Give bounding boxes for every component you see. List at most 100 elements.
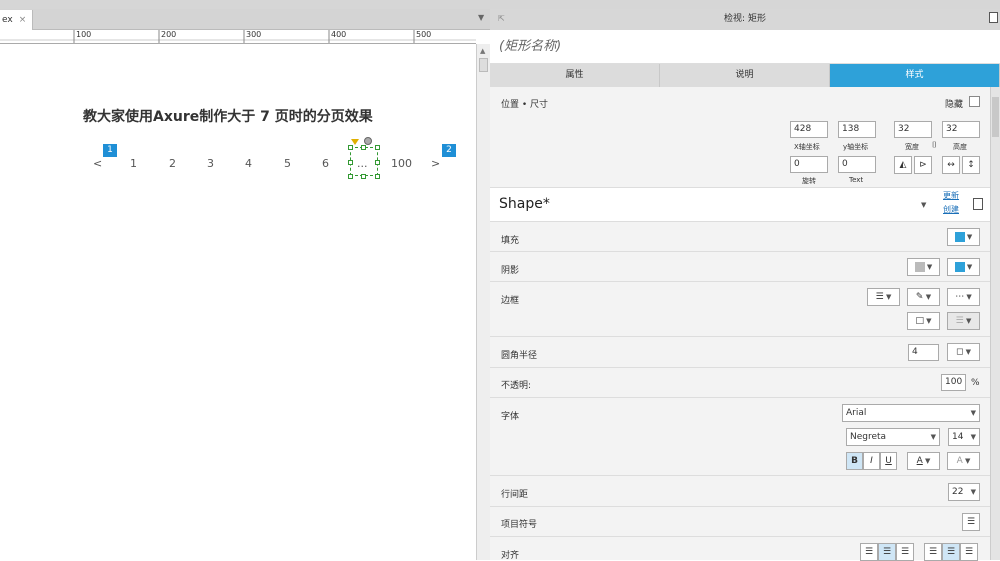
distribute-h-icon[interactable]: ↔ (942, 156, 960, 174)
selection-handle[interactable] (348, 160, 353, 165)
chevron-down-icon: ▼ (930, 433, 936, 441)
update-link[interactable]: 更新 (943, 190, 959, 201)
tab-properties[interactable]: 属性 (490, 64, 660, 87)
edit-style-icon[interactable] (973, 198, 983, 210)
pager-page[interactable]: 1 (130, 157, 137, 170)
distribute-v-icon[interactable]: ↕ (962, 156, 980, 174)
pager-prev[interactable]: < (93, 157, 102, 170)
opacity-input[interactable]: 100 (941, 374, 966, 391)
valign-top-button[interactable]: ☰ (924, 543, 942, 561)
pager-next[interactable]: > (431, 157, 440, 170)
selection-handle[interactable] (375, 145, 380, 150)
font-color-picker[interactable]: A ▼ (907, 452, 940, 470)
valign-bottom-button[interactable]: ☰ (960, 543, 978, 561)
font-size-select[interactable]: 14 ▼ (948, 428, 980, 446)
inspector-title: 检视: 矩形 (490, 9, 1000, 30)
chevron-down-icon: ▼ (964, 263, 973, 271)
tab-notes[interactable]: 说明 (660, 64, 830, 87)
pager-badge-left: 1 (103, 144, 117, 157)
document-tab-bar (0, 9, 490, 30)
x-input[interactable]: 428 (790, 121, 828, 138)
width-label: 宽度 (905, 143, 919, 151)
pin-icon[interactable]: ⇱ (498, 14, 505, 23)
border-width-picker[interactable]: ☰ ▼ (867, 288, 900, 306)
selection-box[interactable] (350, 147, 378, 176)
close-icon[interactable]: × (19, 15, 27, 25)
pager-page[interactable]: 5 (284, 157, 291, 170)
corner-radius-handle-icon[interactable] (351, 139, 359, 145)
outer-shadow-picker[interactable]: ▼ (907, 258, 940, 276)
chevron-down-icon: ▼ (962, 457, 971, 465)
document-tab[interactable]: ex × (0, 10, 33, 30)
selection-handle[interactable] (348, 174, 353, 179)
inner-shadow-picker[interactable]: ▼ (947, 258, 980, 276)
text-label: Text (849, 176, 864, 184)
valign-middle-button[interactable]: ☰ (942, 543, 960, 561)
y-input[interactable]: 138 (838, 121, 876, 138)
align-left-button[interactable]: ☰ (860, 543, 878, 561)
panel-scrollbar[interactable] (990, 87, 1000, 560)
width-input[interactable]: 32 (894, 121, 932, 138)
tab-menu-chevron-icon[interactable]: ▼ (478, 13, 484, 22)
horizontal-ruler: 100 200 300 400 500 (0, 30, 476, 44)
page-icon[interactable] (989, 12, 998, 23)
selection-handle[interactable] (375, 160, 380, 165)
selection-handle[interactable] (375, 174, 380, 179)
pager-page[interactable]: 100 (391, 157, 412, 170)
style-name[interactable]: Shape* (499, 196, 550, 212)
shape-name-field[interactable]: (矩形名称) (490, 30, 1000, 64)
ruler-ticks (0, 30, 476, 43)
style-dropdown-chevron-icon[interactable]: ▼ (921, 201, 926, 209)
lock-ratio-icon[interactable]: ⌷ (932, 140, 937, 150)
arrow-style-picker[interactable]: ☰ ▼ (947, 312, 980, 330)
visible-borders-picker[interactable]: □ ▼ (907, 312, 940, 330)
corner-radius-input[interactable]: 4 (908, 344, 939, 361)
align-right-button[interactable]: ☰ (896, 543, 914, 561)
bullets-button[interactable]: ☰ (962, 513, 980, 531)
line-height-select[interactable]: 22 ▼ (948, 483, 980, 501)
text-rotate-input[interactable]: 0 (838, 156, 876, 173)
canvas-vertical-scrollbar[interactable]: ▲ (476, 44, 490, 560)
scroll-up-icon[interactable]: ▲ (480, 47, 485, 55)
bold-button[interactable]: B (846, 452, 863, 470)
underline-button[interactable]: U (880, 452, 897, 470)
create-link[interactable]: 创建 (943, 204, 959, 215)
border-color-picker[interactable]: ✎ ▼ (907, 288, 940, 306)
top-toolbar (0, 0, 1000, 9)
flip-vertical-icon[interactable]: ⊳ (914, 156, 932, 174)
height-input[interactable]: 32 (942, 121, 980, 138)
pager-page[interactable]: 3 (207, 157, 214, 170)
corner-radius-label: 圆角半径 (501, 351, 538, 361)
rotate-handle-icon[interactable] (364, 137, 372, 145)
opacity-section (490, 368, 1000, 398)
scroll-thumb[interactable] (992, 97, 999, 137)
font-family-select[interactable]: Arial ▼ (842, 404, 980, 422)
align-center-button[interactable]: ☰ (878, 543, 896, 561)
selection-handle[interactable] (361, 174, 366, 179)
pager-page[interactable]: 4 (245, 157, 252, 170)
hidden-checkbox[interactable] (969, 96, 980, 107)
square-icon: □ (915, 316, 924, 326)
pager-page[interactable]: 2 (169, 157, 176, 170)
font-weight-value: Negreta (850, 432, 887, 442)
ruler-label: 100 (76, 30, 92, 39)
page-heading: 教大家使用Axure制作大于 7 页时的分页效果 (83, 109, 373, 125)
selection-handle[interactable] (361, 145, 366, 150)
text-shadow-picker[interactable]: A ▼ (947, 452, 980, 470)
fill-section (490, 222, 1000, 252)
chevron-down-icon: ▼ (883, 293, 892, 301)
font-size-value: 14 (952, 432, 964, 442)
corner-picker[interactable]: ◻ ▼ (947, 343, 980, 361)
list-icon: ☰ (966, 517, 976, 527)
scroll-thumb[interactable] (479, 58, 488, 72)
italic-button[interactable]: I (863, 452, 880, 470)
fill-color-picker[interactable]: ▼ (947, 228, 980, 246)
rotate-input[interactable]: 0 (790, 156, 828, 173)
font-weight-select[interactable]: Negreta ▼ (846, 428, 940, 446)
flip-horizontal-icon[interactable]: ◭ (894, 156, 912, 174)
pager-page[interactable]: 6 (322, 157, 329, 170)
border-pattern-picker[interactable]: ⋯ ▼ (947, 288, 980, 306)
tab-style[interactable]: 样式 (830, 64, 1000, 87)
selection-handle[interactable] (348, 145, 353, 150)
ruler-label: 200 (161, 30, 177, 39)
